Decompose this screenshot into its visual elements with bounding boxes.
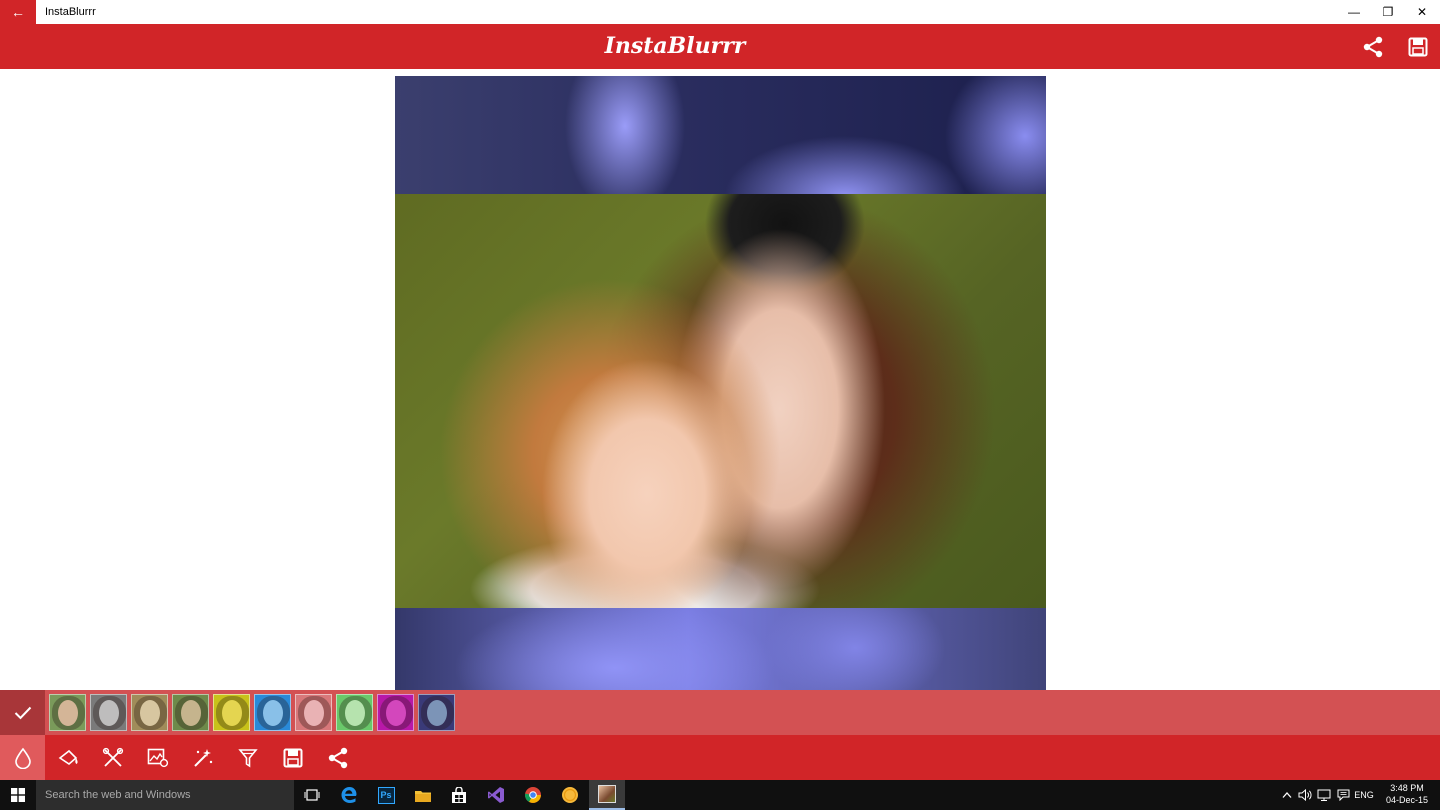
filter-vintage-thumbnail[interactable] xyxy=(172,694,209,731)
minimize-button[interactable]: — xyxy=(1337,0,1371,24)
volume-button[interactable] xyxy=(1296,780,1314,810)
restore-button[interactable]: ❐ xyxy=(1371,0,1405,24)
paint-tool-button[interactable] xyxy=(45,735,90,780)
notification-icon xyxy=(1337,789,1349,801)
thumbnail-face xyxy=(304,700,324,726)
save-icon xyxy=(283,748,302,767)
tools-icon xyxy=(102,747,123,767)
save-icon xyxy=(1408,37,1428,57)
language-indicator[interactable]: ENG xyxy=(1352,780,1376,810)
image-settings-button[interactable] xyxy=(135,735,180,780)
filter-icon xyxy=(237,748,258,767)
auto-enhance-button[interactable] xyxy=(180,735,225,780)
app-logo: InstaBlurrr xyxy=(604,33,746,59)
windows-taskbar: Search the web and Windows Ps ENG 3:48 P… xyxy=(0,780,1440,810)
thumbnail-face xyxy=(345,700,365,726)
edge-button[interactable] xyxy=(331,780,367,810)
store-button[interactable] xyxy=(441,780,477,810)
header-save-button[interactable] xyxy=(1405,34,1431,60)
thumbnail-face xyxy=(222,700,242,726)
filter-green-thumbnail[interactable] xyxy=(336,694,373,731)
header-share-button[interactable] xyxy=(1360,34,1386,60)
brush-icon xyxy=(58,749,78,765)
adjust-tool-button[interactable] xyxy=(90,735,135,780)
start-button[interactable] xyxy=(0,780,36,810)
visual-studio-icon xyxy=(488,787,504,803)
thumbnail-face xyxy=(181,700,201,726)
close-button[interactable]: ✕ xyxy=(1405,0,1439,24)
instablurrr-taskbar-button[interactable] xyxy=(589,780,625,810)
clock-date: 04-Dec-15 xyxy=(1385,795,1429,805)
image-settings-icon xyxy=(147,748,168,767)
file-explorer-button[interactable] xyxy=(405,780,441,810)
magic-wand-icon xyxy=(193,748,212,767)
coin-app-button[interactable] xyxy=(552,780,588,810)
task-view-icon xyxy=(304,789,320,801)
filter-pink-thumbnail[interactable] xyxy=(295,694,332,731)
back-button[interactable]: ← xyxy=(0,0,36,24)
network-button[interactable] xyxy=(1315,780,1333,810)
blurred-background-bottom xyxy=(395,608,1046,690)
photo-canvas[interactable] xyxy=(395,76,1046,690)
thumbnail-face xyxy=(263,700,283,726)
store-icon xyxy=(452,786,466,803)
photoshop-button[interactable]: Ps xyxy=(368,780,404,810)
chevron-up-icon xyxy=(1282,792,1292,798)
instablurrr-icon xyxy=(598,785,616,803)
blur-tool-button[interactable] xyxy=(0,735,45,780)
blurred-background-top xyxy=(395,76,1046,194)
coin-app-icon xyxy=(562,787,578,803)
filter-normal-thumbnail[interactable] xyxy=(49,694,86,731)
share-icon xyxy=(1363,36,1383,58)
volume-icon xyxy=(1298,789,1312,801)
filter-invert-thumbnail[interactable] xyxy=(418,694,455,731)
filter-sepia-thumbnail[interactable] xyxy=(131,694,168,731)
app-header: InstaBlurrr xyxy=(0,24,1440,69)
filter-magenta-thumbnail[interactable] xyxy=(377,694,414,731)
thumbnail-face xyxy=(386,700,406,726)
photoshop-icon: Ps xyxy=(377,786,395,804)
window-titlebar: ← InstaBlurrr — ❐ ✕ xyxy=(0,0,1440,24)
clock-time: 3:48 PM xyxy=(1390,783,1424,793)
file-explorer-icon xyxy=(415,790,431,802)
filter-grayscale-thumbnail[interactable] xyxy=(90,694,127,731)
visual-studio-button[interactable] xyxy=(478,780,514,810)
windows-logo-icon xyxy=(11,788,25,802)
network-icon xyxy=(1317,789,1331,801)
thumbnail-face xyxy=(140,700,160,726)
thumbnail-face xyxy=(58,700,78,726)
taskbar-search-box[interactable]: Search the web and Windows xyxy=(36,780,294,810)
tool-bar xyxy=(0,735,1440,780)
edited-photo xyxy=(395,194,1046,608)
chrome-button[interactable] xyxy=(515,780,551,810)
filter-blue-thumbnail[interactable] xyxy=(254,694,291,731)
action-center-button[interactable] xyxy=(1334,780,1352,810)
apply-button[interactable] xyxy=(0,690,45,735)
check-icon xyxy=(14,706,31,719)
thumbnail-face xyxy=(99,700,119,726)
task-view-button[interactable] xyxy=(294,780,330,810)
show-hidden-icons-button[interactable] xyxy=(1280,780,1294,810)
edge-icon xyxy=(341,787,357,803)
blur-drop-icon xyxy=(14,747,31,769)
filter-strip xyxy=(0,690,1440,735)
window-title: InstaBlurrr xyxy=(45,6,96,18)
filter-button[interactable] xyxy=(225,735,270,780)
filter-yellow-thumbnail[interactable] xyxy=(213,694,250,731)
taskbar-clock[interactable]: 3:48 PM 04-Dec-15 xyxy=(1380,782,1434,806)
share-icon xyxy=(328,747,347,768)
chrome-icon xyxy=(524,787,541,803)
share-button[interactable] xyxy=(315,735,360,780)
thumbnail-face xyxy=(427,700,447,726)
save-button[interactable] xyxy=(270,735,315,780)
